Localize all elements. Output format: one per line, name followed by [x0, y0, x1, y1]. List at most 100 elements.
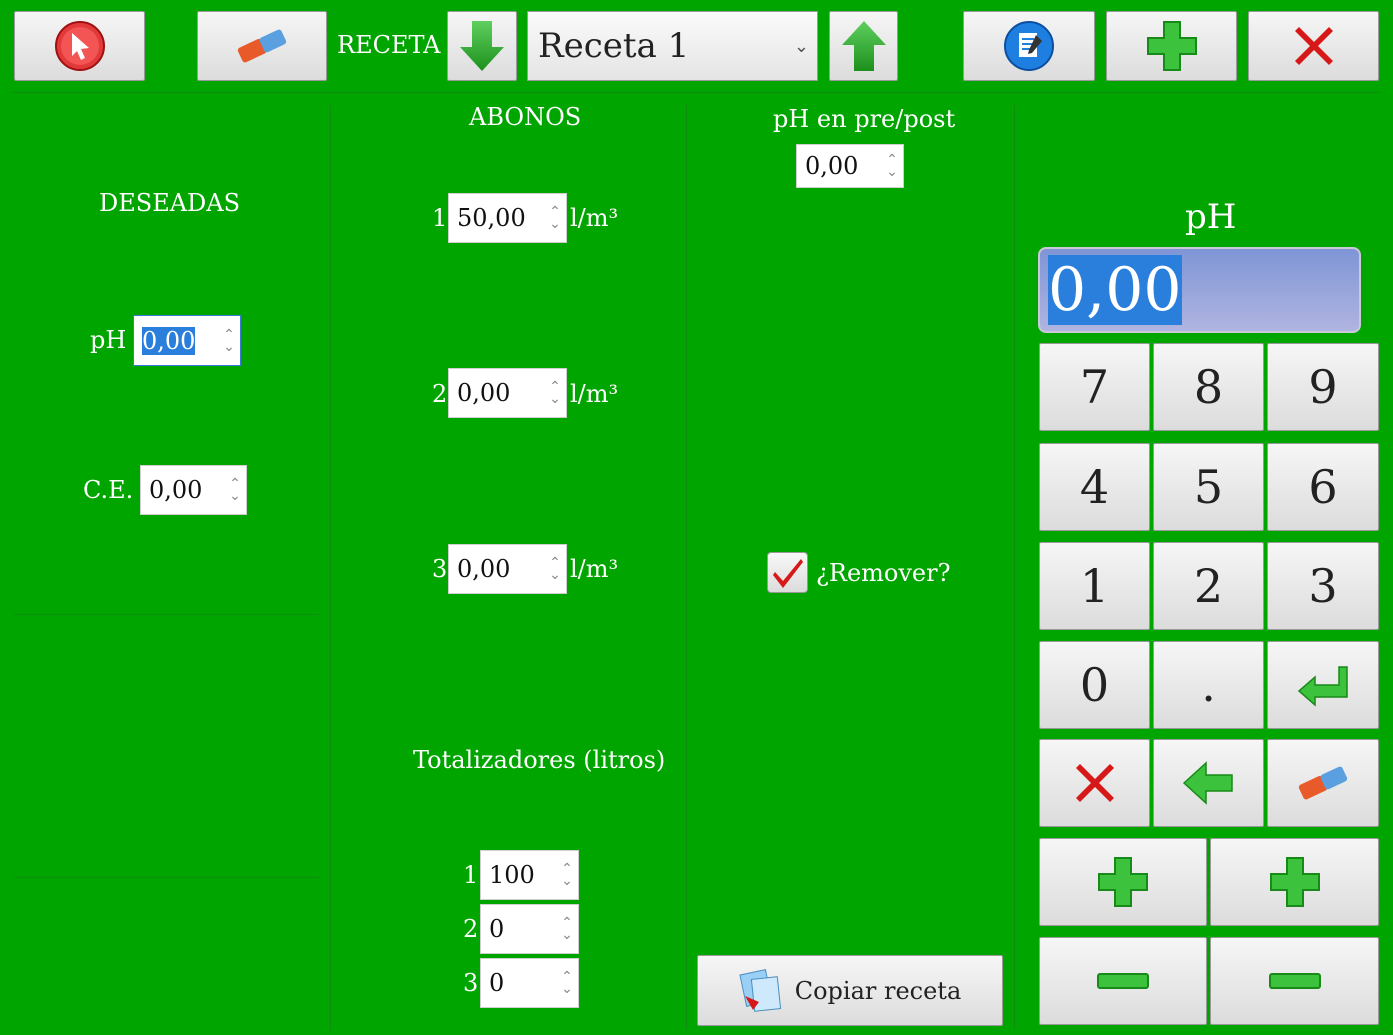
- total-num: 1: [463, 861, 479, 889]
- enter-icon: [1297, 666, 1348, 707]
- increment-button[interactable]: [1210, 838, 1379, 926]
- keypad-title: pH: [1185, 197, 1237, 237]
- plus-icon: [1098, 857, 1148, 907]
- remover-checkbox[interactable]: [767, 552, 808, 593]
- key-decimal[interactable]: .: [1153, 641, 1264, 729]
- close-icon: [1294, 27, 1333, 65]
- key-backspace[interactable]: [1153, 739, 1264, 827]
- total-value: 0: [489, 969, 505, 997]
- edit-button[interactable]: [963, 11, 1095, 81]
- spin-arrows-icon[interactable]: ⌃ ⌄: [556, 851, 578, 899]
- ce-target-input[interactable]: 0,00 ⌃ ⌄: [140, 465, 247, 515]
- spin-arrows-icon[interactable]: ⌃ ⌄: [544, 545, 566, 593]
- key-7[interactable]: 7: [1039, 343, 1150, 431]
- deseadas-title: DESEADAS: [99, 189, 241, 217]
- spin-arrows-icon[interactable]: ⌃ ⌄: [556, 905, 578, 953]
- totalizadores-title: Totalizadores (litros): [413, 746, 666, 774]
- keypad-display-value: 0,00: [1048, 255, 1182, 325]
- minus-icon: [1268, 973, 1321, 989]
- key-enter[interactable]: [1267, 641, 1379, 729]
- ph-target-value: 0,00: [142, 326, 196, 355]
- key-4[interactable]: 4: [1039, 443, 1150, 531]
- abono-3-input[interactable]: 0,00 ⌃ ⌄: [448, 544, 567, 594]
- abono-2-input[interactable]: 0,00 ⌃ ⌄: [448, 368, 567, 418]
- decrement-button[interactable]: [1210, 937, 1379, 1025]
- abono-num: 2: [432, 380, 448, 408]
- abonos-title: ABONOS: [469, 103, 582, 131]
- key-8[interactable]: 8: [1153, 343, 1264, 431]
- ce-target-value: 0,00: [149, 476, 203, 504]
- copy-recipe-button[interactable]: Copiar receta: [697, 955, 1003, 1026]
- toolbar-divider: [12, 92, 1380, 93]
- edit-icon: [1004, 21, 1054, 71]
- key-3[interactable]: 3: [1267, 542, 1379, 630]
- key-2[interactable]: 2: [1153, 542, 1264, 630]
- plus-icon: [1146, 21, 1197, 71]
- prepost-ph-input[interactable]: 0,00 ⌃ ⌄: [796, 144, 904, 188]
- total-value: 100: [489, 861, 535, 889]
- column-divider: [330, 105, 331, 1030]
- recipe-next-button[interactable]: [829, 11, 898, 81]
- total-1-input[interactable]: 100 ⌃ ⌄: [480, 850, 579, 900]
- keypad-display[interactable]: 0,00: [1038, 247, 1361, 333]
- total-value: 0: [489, 915, 505, 943]
- column-divider: [1014, 105, 1015, 1030]
- spin-arrows-icon[interactable]: ⌃ ⌄: [556, 959, 578, 1007]
- arrow-down-icon: [460, 21, 504, 71]
- prepost-title: pH en pre/post: [773, 105, 956, 133]
- remover-label: ¿Remover?: [816, 559, 951, 587]
- abono-num: 3: [432, 555, 448, 583]
- chevron-down-icon: ⌄: [793, 35, 809, 57]
- ph-target-input[interactable]: 0,00 ⌃ ⌄: [133, 315, 241, 366]
- close-button[interactable]: [1248, 11, 1379, 81]
- spin-arrows-icon[interactable]: ⌃ ⌄: [881, 145, 903, 187]
- decrement-button[interactable]: [1039, 937, 1207, 1025]
- recipe-select-value: Receta 1: [538, 26, 690, 66]
- checkmark-icon: [773, 559, 803, 588]
- total-num: 2: [463, 915, 479, 943]
- cursor-button[interactable]: [14, 11, 145, 81]
- plus-icon: [1269, 857, 1320, 907]
- add-button[interactable]: [1106, 11, 1237, 81]
- column-divider: [686, 105, 687, 1030]
- key-1[interactable]: 1: [1039, 542, 1150, 630]
- erase-button[interactable]: [197, 11, 327, 81]
- total-2-input[interactable]: 0 ⌃ ⌄: [480, 904, 579, 954]
- copy-recipe-label: Copiar receta: [794, 976, 962, 1005]
- abono-1-input[interactable]: 50,00 ⌃ ⌄: [448, 193, 567, 243]
- abono-value: 50,00: [457, 204, 526, 232]
- minus-icon: [1097, 973, 1149, 989]
- prepost-ph-value: 0,00: [805, 152, 859, 180]
- recipe-select[interactable]: Receta 1 ⌄: [527, 11, 818, 81]
- copy-icon: [739, 968, 781, 1012]
- arrow-left-icon: [1182, 761, 1233, 805]
- section-divider: [14, 877, 319, 878]
- arrow-up-icon: [841, 21, 886, 71]
- cursor-icon: [54, 21, 105, 71]
- abono-unit: l/m³: [570, 555, 619, 583]
- section-divider: [14, 614, 319, 615]
- key-cancel[interactable]: [1039, 739, 1150, 827]
- increment-button[interactable]: [1039, 838, 1207, 926]
- key-5[interactable]: 5: [1153, 443, 1264, 531]
- close-icon: [1075, 764, 1114, 802]
- key-clear[interactable]: [1267, 739, 1379, 827]
- abono-value: 0,00: [457, 555, 511, 583]
- abono-unit: l/m³: [570, 204, 619, 232]
- receta-label: RECETA: [337, 31, 441, 59]
- key-6[interactable]: 6: [1267, 443, 1379, 531]
- recipe-prev-button[interactable]: [447, 11, 517, 81]
- ce-label: C.E.: [83, 476, 134, 504]
- key-9[interactable]: 9: [1267, 343, 1379, 431]
- total-num: 3: [463, 969, 479, 997]
- eraser-icon: [237, 29, 287, 63]
- spin-arrows-icon[interactable]: ⌃ ⌄: [218, 316, 240, 365]
- eraser-icon: [1298, 766, 1348, 800]
- abono-unit: l/m³: [570, 380, 619, 408]
- abono-value: 0,00: [457, 379, 511, 407]
- spin-arrows-icon[interactable]: ⌃ ⌄: [544, 369, 566, 417]
- spin-arrows-icon[interactable]: ⌃ ⌄: [544, 194, 566, 242]
- spin-arrows-icon[interactable]: ⌃ ⌄: [224, 466, 246, 514]
- total-3-input[interactable]: 0 ⌃ ⌄: [480, 958, 579, 1008]
- key-0[interactable]: 0: [1039, 641, 1150, 729]
